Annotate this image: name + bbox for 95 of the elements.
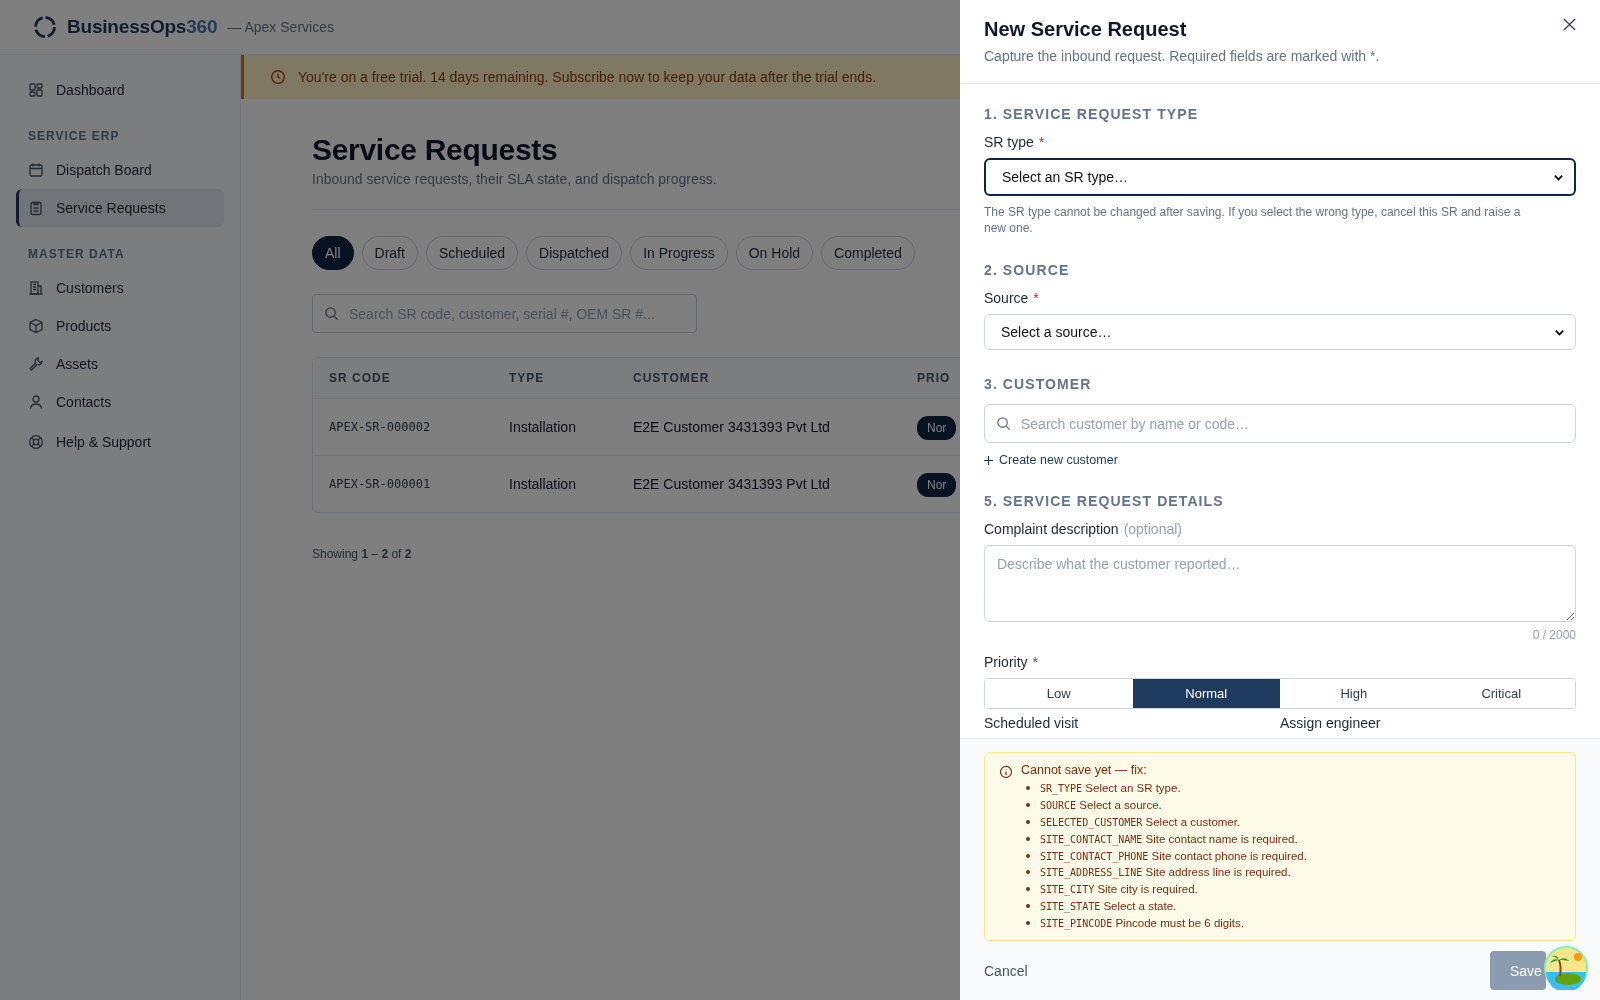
- drawer-subtitle: Capture the inbound request. Required fields are marked with *.: [984, 48, 1380, 64]
- filter-chip[interactable]: Draft: [361, 236, 418, 270]
- island-badge-icon[interactable]: [1544, 946, 1588, 990]
- field-label: Complaint description: [984, 521, 1119, 537]
- sidebar-item[interactable]: Help & Support: [16, 423, 224, 461]
- column-header: SR CODE: [328, 371, 392, 385]
- error-item: SR_TYPE Select an SR type.: [1040, 782, 1181, 795]
- table-cell-text: Installation: [508, 476, 577, 492]
- logo-icon: [33, 15, 57, 39]
- org-name: — Apex Services: [227, 19, 334, 35]
- info-icon: [999, 765, 1013, 779]
- search-icon: [996, 416, 1011, 431]
- wrench-icon: [28, 356, 44, 372]
- user-icon: [28, 394, 44, 410]
- required-mark: *: [1038, 134, 1045, 150]
- section-heading: 5. SERVICE REQUEST DETAILS: [984, 493, 1225, 509]
- sidebar-item[interactable]: Dispatch Board: [16, 151, 224, 189]
- filter-chip[interactable]: Completed: [821, 236, 915, 270]
- filter-chip[interactable]: In Progress: [630, 236, 728, 270]
- sidebar-item[interactable]: Dashboard: [16, 71, 224, 109]
- bullet: [1026, 903, 1030, 908]
- error-item: SITE_CONTACT_PHONE Site contact phone is required.: [1040, 849, 1307, 862]
- sidebar-item[interactable]: Customers: [16, 269, 224, 307]
- table-cell-text: Installation: [508, 419, 577, 435]
- calendar-icon: [28, 162, 44, 178]
- bullet: [1026, 836, 1030, 841]
- field-label: Assign engineer: [1280, 715, 1382, 731]
- optional-note: (optional): [1123, 521, 1182, 537]
- clock-icon: [270, 69, 286, 85]
- error-item: SOURCE Select a source.: [1040, 799, 1162, 812]
- field-label: Source: [984, 290, 1029, 306]
- bullet: [1026, 920, 1030, 925]
- bullet: [1026, 803, 1030, 808]
- sidebar-item[interactable]: Contacts: [16, 383, 224, 421]
- error-item: SITE_CITY Site city is required.: [1040, 883, 1198, 896]
- page-subtitle: Inbound service requests, their SLA state, and dispatch progress.: [312, 171, 718, 187]
- filter-chip[interactable]: All: [312, 236, 354, 270]
- column-header: CUSTOMER: [632, 371, 711, 385]
- error-item: SITE_ADDRESS_LINE Site address line is required.: [1040, 866, 1291, 879]
- search-icon: [324, 306, 339, 321]
- pagination-summary: Showing 1 – 2 of 2: [312, 547, 413, 561]
- complaint-textarea[interactable]: Describe what the customer reported…: [984, 545, 1576, 622]
- field-hint: The SR type cannot be changed after saving. If you select the wrong type, cancel this SR and raise a new one.: [984, 204, 1522, 236]
- bullet: [1026, 853, 1030, 858]
- error-item: SITE_CONTACT_NAME Site contact name is required.: [1040, 832, 1298, 845]
- close-icon[interactable]: [1563, 18, 1576, 31]
- sidebar-item[interactable]: Products: [16, 307, 224, 345]
- lifebuoy-icon: [28, 434, 44, 450]
- bullet: [1026, 820, 1030, 824]
- nav-heading: MASTER DATA: [27, 246, 126, 263]
- field-label: Priority: [984, 654, 1028, 670]
- building-icon: [28, 280, 44, 296]
- required-mark: *: [1032, 654, 1038, 670]
- field-label: SR type: [984, 134, 1034, 150]
- table-cell-text: APEX-SR-000001: [328, 477, 432, 491]
- column-header: TYPE: [508, 371, 546, 385]
- priority-badge: Nor: [917, 416, 957, 440]
- bullet: [1026, 786, 1030, 791]
- error-item: SITE_PINCODE Pincode must be 6 digits.: [1040, 916, 1244, 929]
- filter-chip[interactable]: Dispatched: [526, 236, 623, 270]
- page-title: Service Requests: [312, 133, 559, 167]
- filter-chip[interactable]: Scheduled: [425, 236, 519, 270]
- brand-name: BusinessOps360: [67, 16, 218, 38]
- grid-icon: [28, 82, 44, 98]
- create-customer-link[interactable]: Create new customer: [999, 453, 1118, 467]
- table-cell-text: APEX-SR-000002: [328, 420, 432, 434]
- section-heading: 1. SERVICE REQUEST TYPE: [984, 106, 1200, 122]
- filter-chip[interactable]: On Hold: [735, 236, 814, 270]
- table-cell-text: E2E Customer 3431393 Pvt Ltd: [632, 419, 831, 435]
- sidebar-item[interactable]: Assets: [16, 345, 224, 383]
- field-label: Scheduled visit: [984, 715, 1080, 731]
- required-mark: *: [1033, 290, 1039, 306]
- cancel-button[interactable]: Cancel: [984, 962, 1028, 979]
- priority-badge: Nor: [917, 473, 957, 497]
- character-counter: 0 / 2000: [1531, 628, 1576, 642]
- select-field[interactable]: Select a source…: [984, 314, 1576, 350]
- select-field[interactable]: Select an SR type…: [984, 158, 1576, 196]
- bullet: [1026, 887, 1030, 892]
- priority-option[interactable]: Normal: [1132, 679, 1280, 708]
- clipboard-icon: [28, 200, 44, 216]
- column-header: PRIO: [916, 371, 951, 385]
- drawer-title: New Service Request: [984, 18, 1188, 41]
- customer-search-field[interactable]: Search customer by name or code…: [984, 404, 1576, 443]
- plus-icon: [984, 455, 993, 465]
- alert-title: Cannot save yet — fix:: [1021, 763, 1148, 777]
- bullet: [1026, 870, 1030, 875]
- trial-message: You're on a free trial. 14 days remaining. Subscribe now to keep your data after the trial ends.: [298, 69, 877, 85]
- box-icon: [28, 318, 44, 334]
- sidebar-item[interactable]: Service Requests: [16, 189, 224, 227]
- table-cell-text: E2E Customer 3431393 Pvt Ltd: [632, 476, 831, 492]
- section-heading: 3. CUSTOMER: [984, 376, 1093, 392]
- nav-heading: SERVICE ERP: [27, 128, 121, 145]
- error-item: SITE_STATE Select a state.: [1040, 899, 1177, 912]
- error-item: SELECTED_CUSTOMER Select a customer.: [1040, 816, 1241, 828]
- section-heading: 2. SOURCE: [984, 262, 1071, 278]
